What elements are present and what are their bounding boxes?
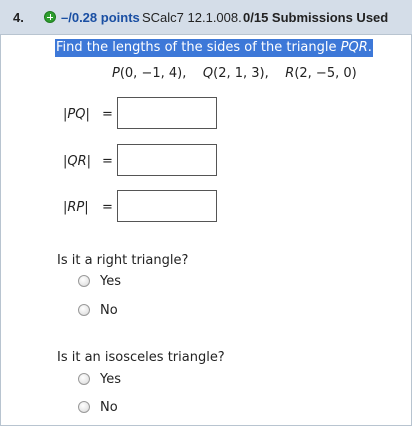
radio-label[interactable]: No: [100, 303, 118, 318]
answer-label-rp: |RP|: [63, 200, 89, 215]
radio-button[interactable]: [78, 401, 90, 413]
triangle-vertices: P(0, −1, 4), Q(2, 1, 3), R(2, −5, 0): [112, 66, 357, 81]
answer-input-qr[interactable]: [117, 144, 217, 176]
isosceles-no-option[interactable]: No: [78, 400, 198, 416]
question-number: 4.: [13, 10, 24, 25]
isosceles-question: Is it an isosceles triangle?: [57, 350, 225, 365]
vertex-p-coords: (0, −1, 4),: [119, 66, 187, 81]
question-prompt: Find the lengths of the sides of the tri…: [55, 39, 373, 57]
vertex-q-name: Q: [202, 66, 214, 81]
vertex-r-coords: (2, −5, 0): [294, 66, 357, 81]
answer-row-qr: |QR| =: [63, 144, 233, 178]
isosceles-yes-option[interactable]: Yes: [78, 372, 198, 388]
question-prompt-end: .: [367, 40, 372, 55]
radio-label[interactable]: Yes: [100, 274, 121, 289]
vertex-q-coords: (2, 1, 3),: [213, 66, 269, 81]
answer-row-pq: |PQ| =: [63, 97, 233, 131]
right-triangle-question: Is it a right triangle?: [57, 253, 189, 268]
answer-label-pq-text: PQ: [67, 107, 86, 122]
radio-button[interactable]: [78, 275, 90, 287]
answer-label-pq: |PQ|: [63, 107, 90, 122]
points-link[interactable]: –/0.28 points: [61, 10, 140, 25]
expand-plus-icon[interactable]: [44, 11, 56, 23]
equals-sign: =: [102, 107, 113, 122]
radio-label[interactable]: No: [100, 400, 118, 415]
question-prompt-text: Find the lengths of the sides of the tri…: [56, 40, 341, 55]
radio-button[interactable]: [78, 304, 90, 316]
question-source: SCalc7 12.1.008.: [142, 10, 242, 25]
radio-label[interactable]: Yes: [100, 372, 121, 387]
right-triangle-no-option[interactable]: No: [78, 303, 198, 319]
radio-button[interactable]: [78, 373, 90, 385]
equals-sign: =: [102, 154, 113, 169]
question-header: 4. –/0.28 points SCalc7 12.1.008. 0/15 S…: [0, 0, 412, 35]
answer-input-rp[interactable]: [117, 190, 217, 222]
answer-input-pq[interactable]: [117, 97, 217, 129]
answer-label-rp-text: RP: [67, 200, 85, 215]
right-triangle-yes-option[interactable]: Yes: [78, 274, 198, 290]
vertex-r-name: R: [285, 66, 295, 81]
vertex-p-name: P: [112, 66, 120, 81]
answer-row-rp: |RP| =: [63, 190, 233, 224]
equals-sign: =: [102, 200, 113, 215]
triangle-name: PQR: [340, 40, 368, 55]
submissions-used: 0/15 Submissions Used: [243, 10, 389, 25]
answer-label-qr-text: QR: [67, 154, 87, 169]
answer-label-qr: |QR|: [63, 154, 92, 169]
